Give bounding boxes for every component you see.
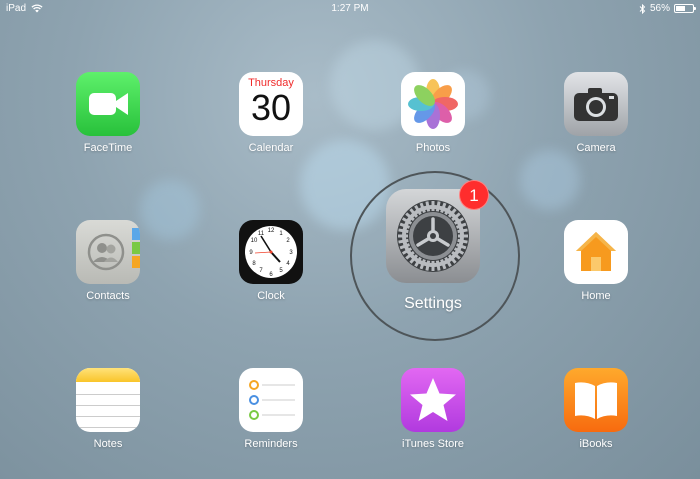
gear-icon[interactable]: 1 (386, 180, 489, 283)
app-ibooks[interactable]: iBooks (546, 368, 646, 450)
clock-icon[interactable]: 12 1 2 345 678 9 10 11 (239, 220, 303, 284)
app-clock[interactable]: 12 1 2 345 678 9 10 11 Clock (221, 220, 321, 302)
home-label: Home (581, 290, 611, 302)
contacts-icon[interactable] (76, 220, 140, 284)
status-bar: iPad 1:27 PM 56% (0, 0, 700, 18)
reminders-label: Reminders (244, 438, 298, 450)
app-reminders[interactable]: Reminders (221, 368, 321, 450)
camera-label: Camera (576, 142, 616, 154)
app-itunes-store[interactable]: iTunes Store (383, 368, 483, 450)
contacts-label: Contacts (86, 290, 130, 302)
wallpaper-bokeh (520, 150, 580, 210)
calendar-label: Calendar (248, 142, 294, 154)
facetime-label: FaceTime (83, 142, 133, 154)
svg-text:12: 12 (268, 228, 275, 234)
status-right: 56% (639, 3, 696, 14)
reminders-icon[interactable] (239, 368, 303, 432)
app-notes[interactable]: Notes (58, 368, 158, 450)
bluetooth-icon (639, 3, 646, 14)
notification-badge: 1 (459, 180, 489, 210)
clock-label: Clock (257, 290, 285, 302)
star-icon[interactable] (401, 368, 465, 432)
calendar-icon[interactable]: Thursday 30 (239, 72, 303, 136)
photos-icon[interactable] (401, 72, 465, 136)
facetime-icon[interactable] (76, 72, 140, 136)
notes-label: Notes (93, 438, 123, 450)
battery-percent: 56% (649, 3, 670, 14)
camera-icon[interactable] (564, 72, 628, 136)
app-settings[interactable]: 1 Settings (383, 180, 489, 313)
calendar-date: 30 (250, 87, 292, 128)
settings-label: Settings (404, 295, 462, 312)
app-facetime[interactable]: FaceTime (58, 72, 158, 154)
svg-text:10: 10 (251, 238, 258, 244)
status-time: 1:27 PM (331, 3, 369, 14)
home-icon[interactable] (564, 220, 628, 284)
itunes-store-label: iTunes Store (402, 438, 464, 450)
notes-icon[interactable] (76, 368, 140, 432)
app-camera[interactable]: Camera (546, 72, 646, 154)
battery-icon (674, 4, 696, 13)
app-calendar[interactable]: Thursday 30 Calendar (221, 72, 321, 154)
ibooks-label: iBooks (579, 438, 613, 450)
app-contacts[interactable]: Contacts (58, 220, 158, 302)
photos-label: Photos (415, 142, 451, 154)
app-photos[interactable]: Photos (383, 72, 483, 154)
app-home[interactable]: Home (546, 220, 646, 302)
book-icon[interactable] (564, 368, 628, 432)
